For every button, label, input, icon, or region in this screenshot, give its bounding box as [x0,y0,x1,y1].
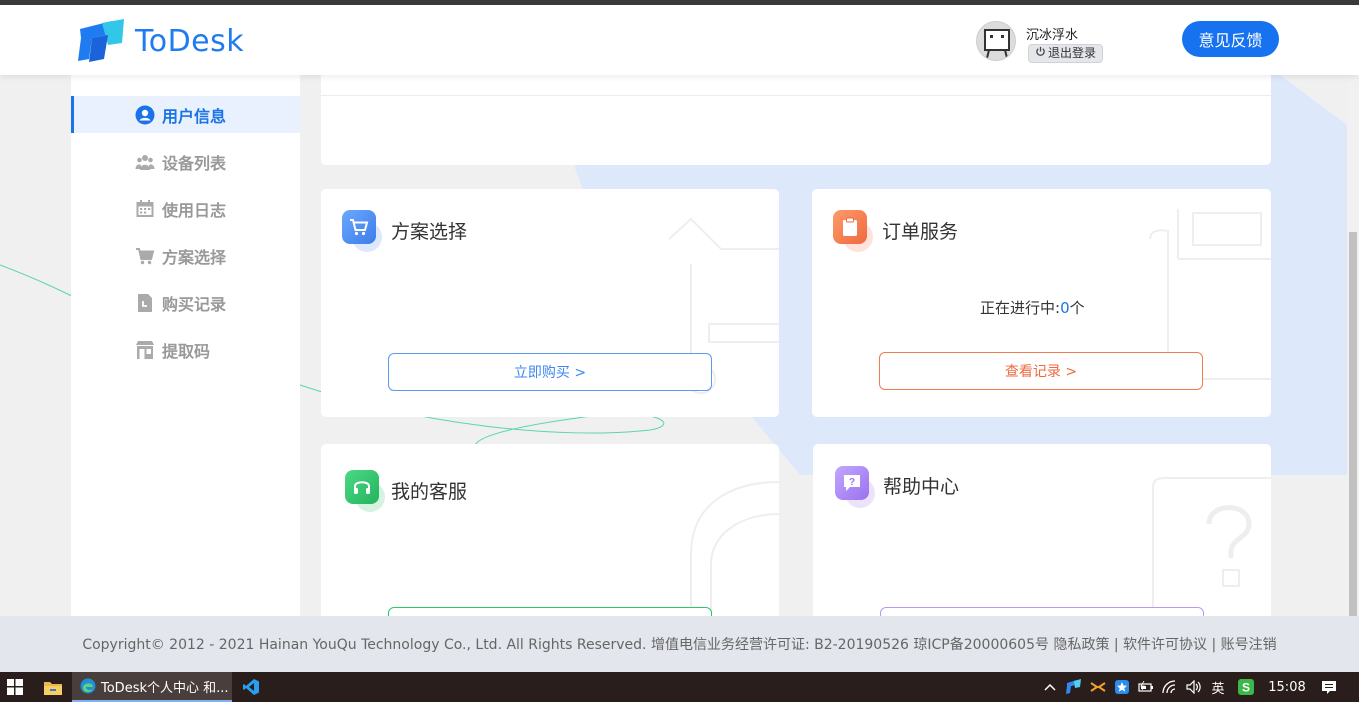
help-watermark-icon [1152,477,1271,616]
tray-network-share-icon[interactable] [1088,672,1108,702]
plan-card: 方案选择 立即购买 > [321,189,779,417]
cart-icon [135,246,155,266]
clipboard-icon [833,210,873,252]
service-card: 我的客服 [321,444,779,616]
site-header: ToDesk 沉冰浮水 退出登录 意见反馈 [0,5,1359,75]
vscode-button[interactable] [236,672,266,702]
sidebar-item-purchase-records[interactable]: 购买记录 [71,284,300,321]
main-content: 用户信息 设备列表 使用日志 方案选择 购买记录 提取码 方案选择 立即购买 >… [0,75,1347,616]
logo-text[interactable]: ToDesk [135,24,244,59]
vscode-icon [243,679,259,695]
card-title: 订单服务 [882,221,959,243]
start-button[interactable] [0,672,30,702]
order-status: 正在进行中:0个 [980,297,1085,318]
buy-now-button[interactable]: 立即购买 > [388,353,712,391]
help-center-button[interactable] [880,607,1204,616]
notification-center-icon[interactable] [1318,672,1340,702]
sidebar-item-label: 用户信息 [162,106,227,126]
user-circle-icon [135,105,155,125]
sidebar-item-label: 提取码 [162,341,211,361]
tray-volume-icon[interactable] [1184,672,1204,702]
tray-battery-icon[interactable] [1136,672,1156,702]
card-title: 方案选择 [391,221,468,243]
order-card: 订单服务 正在进行中:0个 查看记录 > [812,189,1271,417]
tray-input-language[interactable]: 英 [1208,672,1228,702]
question-chat-icon: ? [835,466,875,508]
tray-todesk-icon[interactable] [1064,672,1084,702]
sidebar-item-label: 使用日志 [162,200,227,220]
order-status-label: 正在进行中: [980,299,1061,317]
user-info-card [321,75,1271,165]
sidebar-item-usage-log[interactable]: 使用日志 [71,190,300,227]
users-icon [135,152,155,172]
tray-wifi-icon[interactable] [1160,672,1180,702]
headset-watermark-icon [690,481,779,616]
scrollbar-thumb[interactable] [1349,232,1357,616]
scrollbar[interactable] [1347,75,1359,616]
taskbar-edge-window[interactable]: ToDesk个人中心 和... [72,672,232,702]
sidebar-item-device-list[interactable]: 设备列表 [71,143,300,180]
svg-text:?: ? [849,477,855,488]
order-count-unit: 个 [1069,299,1085,317]
view-records-button[interactable]: 查看记录 > [879,352,1203,390]
cart-icon [342,210,382,252]
logout-label: 退出登录 [1048,46,1097,60]
edge-browser-icon [80,678,96,694]
logout-button[interactable]: 退出登录 [1028,44,1104,63]
file-explorer-button[interactable] [38,672,68,702]
sidebar-item-label: 方案选择 [162,247,227,267]
help-card: ? 帮助中心 [813,444,1271,616]
sidebar-item-plan[interactable]: 方案选择 [71,237,300,274]
sidebar-item-label: 购买记录 [162,294,227,314]
sidebar-item-pickup-code[interactable]: 提取码 [71,331,300,368]
sidebar-item-user-info[interactable]: 用户信息 [71,96,300,133]
sidebar: 用户信息 设备列表 使用日志 方案选择 购买记录 提取码 [71,75,300,616]
footer-text: Copyright© 2012 - 2021 Hainan YouQu Tech… [82,637,1277,653]
svg-text:S: S [1242,681,1250,695]
sidebar-item-label: 设备列表 [162,153,227,173]
todesk-logo-icon[interactable] [78,19,126,63]
card-title: 我的客服 [391,481,468,503]
taskbar-window-title: ToDesk个人中心 和... [101,680,229,696]
folder-icon [44,681,62,695]
tray-chevron-up-icon[interactable] [1042,672,1058,702]
tray-input-method-icon[interactable]: S [1236,672,1256,702]
avatar[interactable] [976,21,1016,61]
document-icon [135,293,155,313]
windows-icon [7,679,23,695]
card-title: 帮助中心 [883,476,960,498]
feedback-button[interactable]: 意见反馈 [1182,21,1279,57]
taskbar-clock[interactable]: 15:08 [1262,672,1312,702]
tray-app-star-icon[interactable] [1112,672,1132,702]
calendar-icon [135,199,155,219]
order-count: 0 [1060,299,1070,317]
windows-taskbar: ToDesk个人中心 和... 英 S 15:08 [0,672,1359,702]
contact-service-button[interactable] [388,607,712,616]
headset-icon [345,470,385,512]
store-icon [135,340,155,360]
divider [321,95,1271,96]
power-icon [1035,45,1046,62]
username: 沉冰浮水 [1026,28,1079,43]
site-footer: Copyright© 2012 - 2021 Hainan YouQu Tech… [0,616,1359,672]
